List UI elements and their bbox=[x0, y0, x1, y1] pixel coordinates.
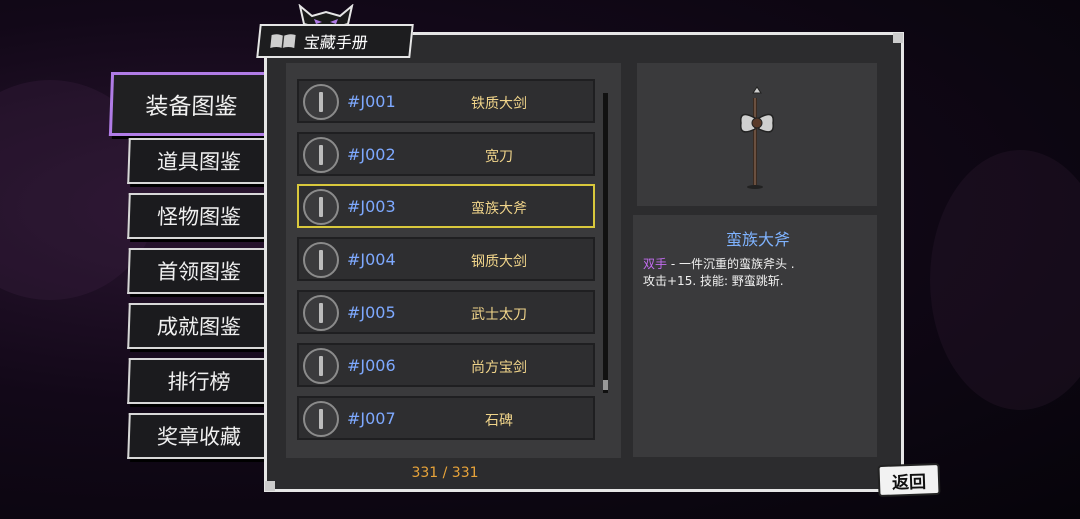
item-code: #J004 bbox=[347, 250, 396, 269]
tab-equipment[interactable]: 装备图鉴 bbox=[108, 72, 272, 136]
blade-icon bbox=[303, 137, 339, 173]
item-code: #J007 bbox=[347, 409, 396, 428]
list-item[interactable]: #J007 石碑 bbox=[297, 396, 595, 440]
list-item[interactable]: #J004 钢质大剑 bbox=[297, 237, 595, 281]
tab-items[interactable]: 道具图鉴 bbox=[127, 138, 269, 184]
scrollbar-thumb[interactable] bbox=[603, 380, 608, 390]
item-detail-title: 蛮族大斧 bbox=[725, 230, 790, 249]
description-text: - 一件沉重的蛮族斧头 . bbox=[667, 257, 795, 271]
item-code: #J001 bbox=[347, 92, 396, 111]
item-counter: 331 / 331 bbox=[411, 465, 479, 481]
item-code: #J006 bbox=[347, 356, 396, 375]
back-button[interactable]: 返回 bbox=[877, 462, 941, 498]
tab-bosses[interactable]: 首领图鉴 bbox=[127, 248, 269, 294]
list-item[interactable]: #J001 铁质大剑 bbox=[297, 79, 595, 123]
page-title: 宝藏手册 bbox=[256, 24, 414, 58]
stone-tablet-icon bbox=[303, 401, 339, 437]
frame-corner bbox=[265, 481, 275, 491]
battle-axe-icon bbox=[740, 86, 774, 189]
item-name: 铁质大剑 bbox=[471, 96, 527, 112]
item-name: 石碑 bbox=[485, 413, 513, 429]
background-swirl bbox=[930, 150, 1080, 410]
item-name: 钢质大剑 bbox=[471, 254, 527, 270]
axe-icon bbox=[303, 189, 339, 225]
list-item[interactable]: #J006 尚方宝剑 bbox=[297, 343, 595, 387]
sword-icon bbox=[303, 84, 339, 120]
tab-achievements[interactable]: 成就图鉴 bbox=[127, 303, 269, 349]
item-code: #J005 bbox=[347, 303, 396, 322]
item-preview-panel bbox=[637, 63, 877, 206]
item-code: #J002 bbox=[347, 145, 396, 164]
item-name: 尚方宝剑 bbox=[471, 360, 527, 376]
sword-icon bbox=[303, 242, 339, 278]
tab-medals[interactable]: 奖章收藏 bbox=[127, 413, 269, 459]
weapon-type: 双手 bbox=[643, 257, 668, 271]
tab-leaderboard[interactable]: 排行榜 bbox=[127, 358, 269, 404]
item-description-panel bbox=[633, 215, 877, 457]
item-description-line1: 双手 - 一件沉重的蛮族斧头 . bbox=[643, 255, 795, 272]
item-name: 蛮族大斧 bbox=[471, 201, 527, 217]
frame-corner bbox=[893, 33, 903, 43]
item-name: 宽刀 bbox=[485, 149, 513, 165]
book-icon bbox=[270, 34, 296, 48]
item-name: 武士太刀 bbox=[471, 307, 527, 323]
list-item[interactable]: #J005 武士太刀 bbox=[297, 290, 595, 334]
list-item-selected[interactable]: #J003 蛮族大斧 bbox=[297, 184, 595, 228]
tab-monsters[interactable]: 怪物图鉴 bbox=[127, 193, 269, 239]
item-code: #J003 bbox=[347, 197, 396, 216]
sword-icon bbox=[303, 348, 339, 384]
list-item[interactable]: #J002 宽刀 bbox=[297, 132, 595, 176]
list-scrollbar[interactable] bbox=[603, 93, 608, 393]
katana-icon bbox=[303, 295, 339, 331]
page-title-text: 宝藏手册 bbox=[302, 33, 369, 52]
item-description-line2: 攻击+15. 技能: 野蛮跳斩. bbox=[643, 274, 784, 288]
